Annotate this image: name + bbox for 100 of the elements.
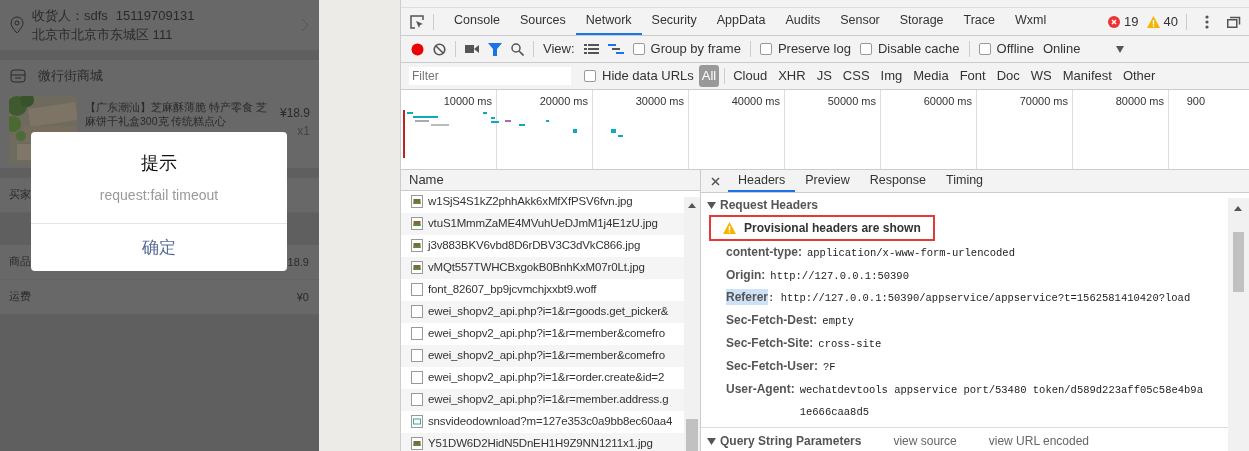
video-file-icon xyxy=(411,415,423,428)
detail-tab[interactable]: Response xyxy=(859,170,936,192)
header-name: content-type: xyxy=(726,244,802,261)
filter-type[interactable]: Cloud xyxy=(730,65,771,87)
warning-icon xyxy=(1146,15,1160,28)
filter-type[interactable]: Doc xyxy=(993,65,1023,87)
time-tick: 60000 ms xyxy=(923,95,972,107)
dock-icon[interactable] xyxy=(1227,15,1241,28)
filter-field[interactable]: Filter xyxy=(409,67,571,85)
detail-tab[interactable]: Preview xyxy=(795,170,860,192)
shop-name: 微行街商城 xyxy=(38,67,103,86)
filter-icon[interactable] xyxy=(488,42,502,56)
filter-type[interactable]: JS xyxy=(813,65,835,87)
image-file-icon xyxy=(411,239,423,252)
filter-type[interactable]: Media xyxy=(910,65,952,87)
waterfall-view-icon[interactable] xyxy=(607,43,624,55)
filter-type[interactable]: Font xyxy=(956,65,989,87)
request-name[interactable]: ewei_shopv2_api.php?i=1&r=order.create&id=2 xyxy=(428,368,665,387)
scrollbar-thumb[interactable] xyxy=(1233,232,1244,292)
filter-type[interactable]: XHR xyxy=(775,65,809,87)
recipient-phone: 15119709131 xyxy=(115,6,195,25)
file-icon xyxy=(411,371,423,384)
image-file-icon xyxy=(411,261,423,274)
time-tick: 30000 ms xyxy=(635,95,684,107)
dialog-title: 提示 xyxy=(140,152,178,175)
request-name[interactable]: snsvideodownload?m=127e353c0a9bb8ec60aa4 xyxy=(428,412,673,431)
record-icon[interactable] xyxy=(411,42,424,56)
header-value: : http://127.0.0.1:50390/appservice/appservice?t=1562581410420?load xyxy=(768,291,1192,306)
filter-type[interactable]: CSS xyxy=(839,65,873,87)
devtools-tab[interactable]: Sensor xyxy=(830,8,890,35)
scrollbar[interactable] xyxy=(1228,198,1249,451)
error-count[interactable]: 19 xyxy=(1124,11,1139,32)
warning-count[interactable]: 40 xyxy=(1163,11,1178,32)
file-icon xyxy=(411,393,423,406)
checkbox-option[interactable]: Disable cache xyxy=(859,39,960,59)
search-icon[interactable] xyxy=(511,42,524,56)
request-name[interactable]: font_82607_bp9jcvmchjxxbt9.woff xyxy=(428,280,597,299)
dialog-message: request:fail timeout xyxy=(98,186,220,205)
section-title[interactable]: Request Headers xyxy=(720,196,819,214)
throttle-dropdown[interactable]: Online xyxy=(1042,39,1125,59)
clear-icon[interactable] xyxy=(433,42,446,56)
expand-icon xyxy=(707,437,716,445)
scrollbar-thumb[interactable] xyxy=(686,419,698,451)
checkbox-option[interactable]: Preserve log xyxy=(759,39,851,59)
scroll-up-icon[interactable] xyxy=(1234,206,1242,211)
header-value: wechatdevtools appservice port/53480 token/d589d223aff05c58e4b9a1e666caa8d5 xyxy=(799,383,1204,420)
inspect-icon[interactable] xyxy=(409,13,425,30)
devtools-tab[interactable]: Console xyxy=(444,8,510,35)
devtools-tab[interactable]: AppData xyxy=(706,8,776,35)
filter-type[interactable]: WS xyxy=(1027,65,1055,87)
devtools-tab[interactable]: Security xyxy=(641,8,707,35)
address-line: 北京市北京市东城区 111 xyxy=(32,26,174,44)
request-name[interactable]: w1SjS4S1kZ2phhAkk6xMfXfPSV6fvn.jpg xyxy=(428,192,633,211)
scroll-up-icon[interactable] xyxy=(688,203,696,208)
expand-icon xyxy=(707,201,716,209)
detail-tab[interactable]: Timing xyxy=(936,170,994,192)
time-tick: 70000 ms xyxy=(1019,95,1068,107)
close-icon[interactable] xyxy=(711,176,720,186)
request-name[interactable]: j3v883BKV6vbd8D6rDBV3C3dVkC866.jpg xyxy=(428,236,641,255)
filter-type[interactable]: Img xyxy=(877,65,906,87)
devtools-tab[interactable]: Wxml xyxy=(1005,8,1057,35)
time-tick: 80000 ms xyxy=(1115,95,1164,107)
view-label: View: xyxy=(543,40,575,59)
warning-icon xyxy=(723,222,736,234)
product-price: ¥18.9 xyxy=(279,105,310,122)
view-link[interactable]: view URL encoded xyxy=(988,432,1090,450)
filter-type[interactable]: Other xyxy=(1119,65,1159,87)
header-name: User-Agent: xyxy=(726,381,795,398)
checkbox-option[interactable]: Offline xyxy=(978,39,1034,59)
camera-icon[interactable] xyxy=(465,44,479,54)
header-value: empty xyxy=(822,314,855,329)
devtools-tab[interactable]: Storage xyxy=(889,8,954,35)
devtools-tab[interactable]: Sources xyxy=(509,8,576,35)
devtools-tab[interactable]: Audits xyxy=(775,8,831,35)
view-link[interactable]: view source xyxy=(893,432,957,450)
header-value: cross-site xyxy=(818,337,883,352)
file-icon xyxy=(411,327,423,340)
column-header[interactable]: Name xyxy=(409,170,444,190)
more-icon[interactable] xyxy=(1205,14,1209,29)
caret-icon xyxy=(1116,45,1125,53)
time-tick: 10000 ms xyxy=(443,95,492,107)
request-name[interactable]: ewei_shopv2_api.php?i=1&r=member&comefro xyxy=(428,324,665,343)
list-view-icon[interactable] xyxy=(583,43,599,55)
detail-tab[interactable]: Headers xyxy=(728,170,796,192)
header-name: Sec-Fetch-Dest: xyxy=(726,312,818,329)
confirm-button[interactable]: 确定 xyxy=(31,224,287,271)
section-title[interactable]: Query String Parameters xyxy=(720,432,862,450)
filter-type[interactable]: Manifest xyxy=(1059,65,1115,87)
image-file-icon xyxy=(411,217,423,230)
devtools-tab[interactable]: Trace xyxy=(953,8,1006,35)
checkbox-option[interactable]: Hide data URLs xyxy=(584,66,694,86)
checkbox-option[interactable]: Group by frame xyxy=(632,39,741,59)
time-tick: 900 xyxy=(1186,95,1205,107)
row-label: 买家 xyxy=(9,187,31,203)
scrollbar[interactable] xyxy=(684,197,700,451)
time-tick: 40000 ms xyxy=(731,95,780,107)
error-icon xyxy=(1108,15,1121,28)
location-pin-icon xyxy=(10,16,24,34)
file-icon xyxy=(411,349,423,362)
row-value: ¥0 xyxy=(296,289,309,305)
